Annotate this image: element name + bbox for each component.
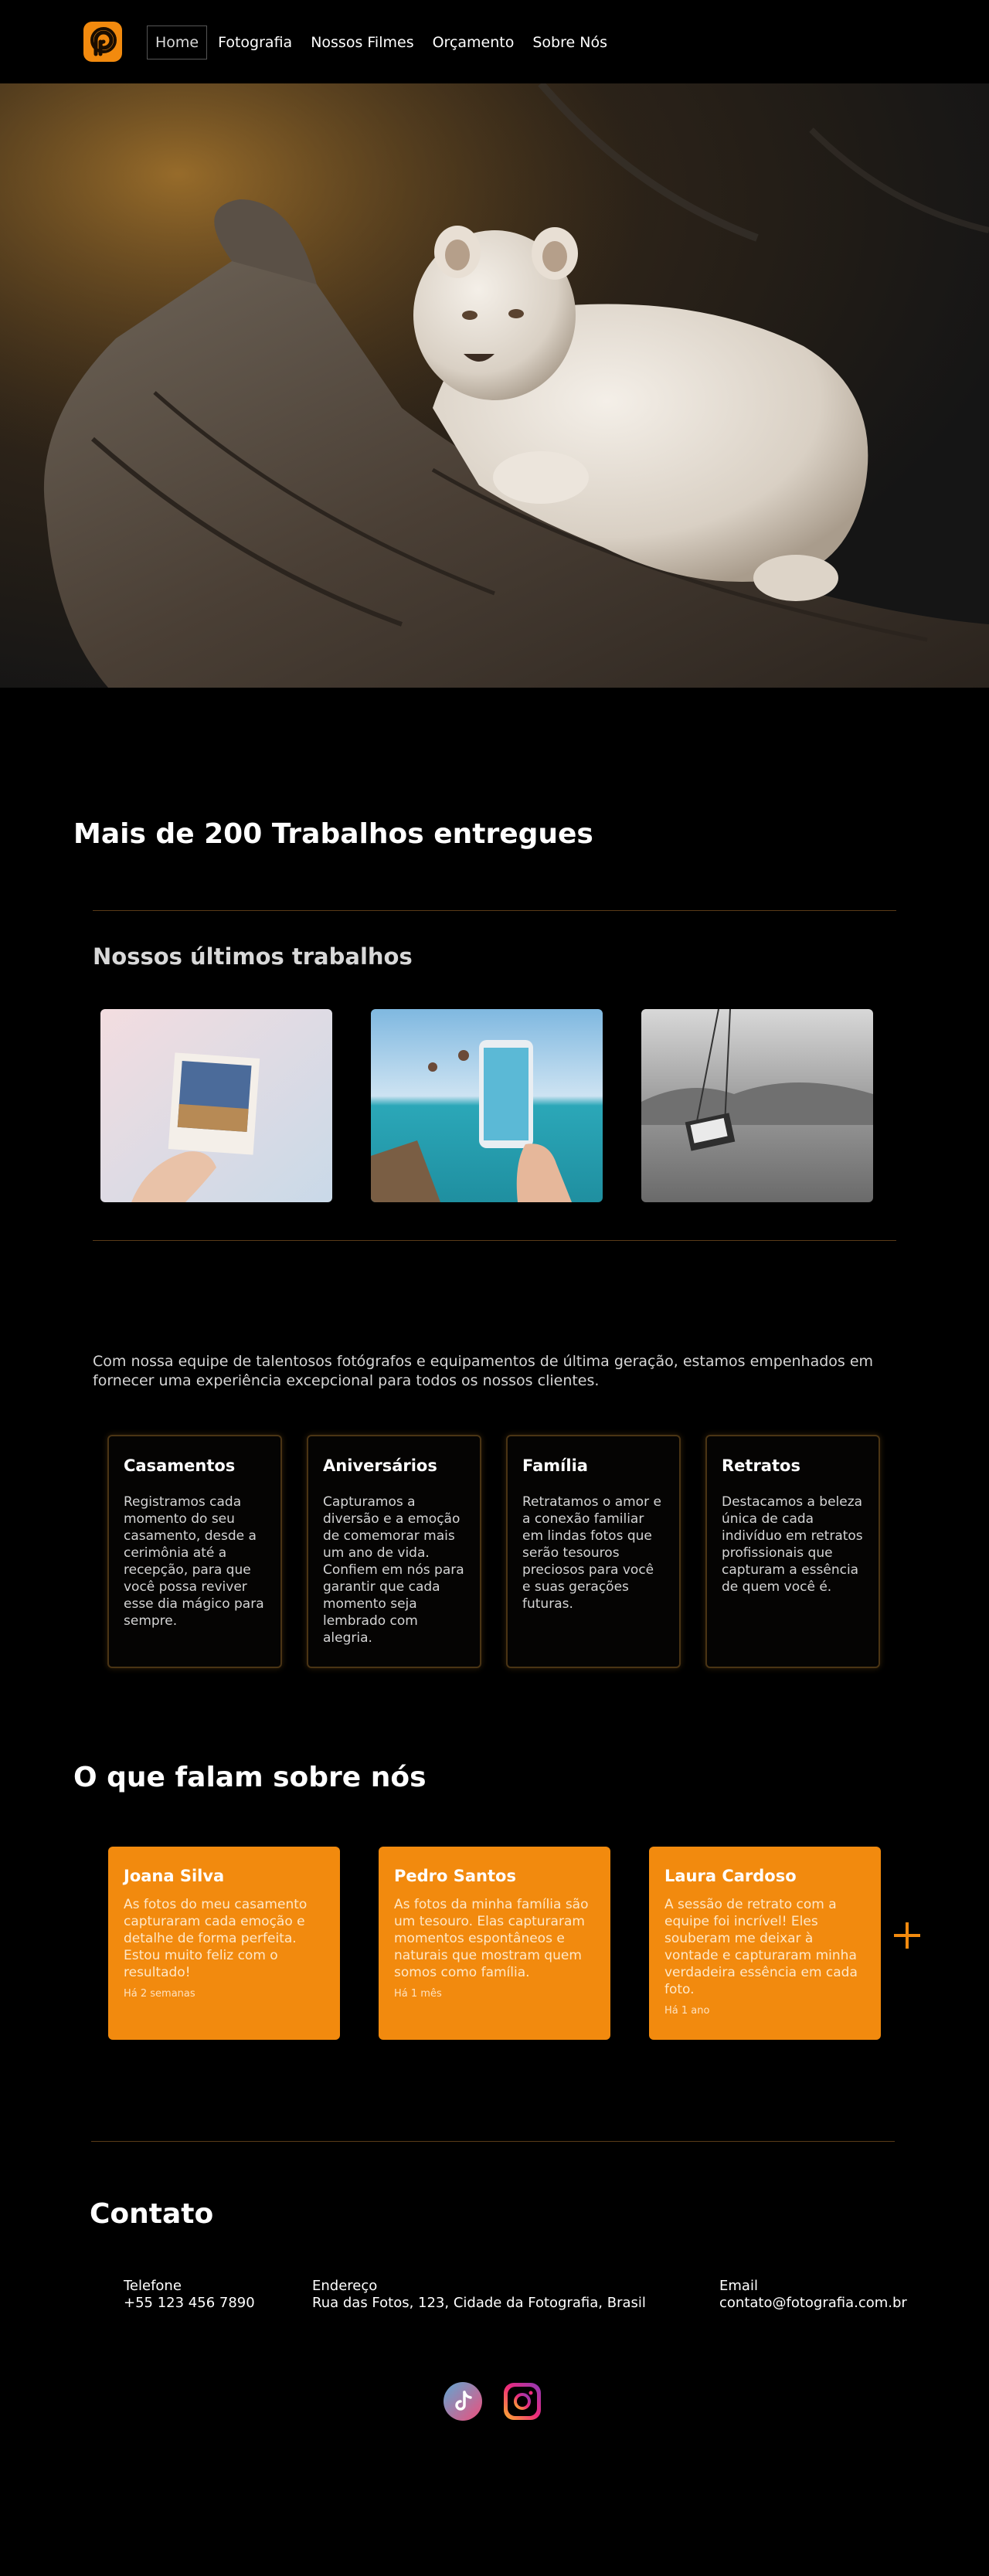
contact-email-value[interactable]: contato@fotografia.com.br <box>719 2295 907 2312</box>
testimonial-date: Há 2 semanas <box>124 1988 195 2000</box>
service-description: Registramos cada momento do seu casament… <box>124 1494 264 1629</box>
service-description: Capturamos a diversão e a emoção de come… <box>323 1494 464 1646</box>
work-thumbnail-polaroid[interactable] <box>100 1009 332 1202</box>
contact-title: Contato <box>90 2198 214 2230</box>
service-title: Retratos <box>722 1456 800 1475</box>
brand-logo-icon <box>90 27 117 56</box>
service-description: Destacamos a beleza única de cada indiví… <box>722 1494 863 1595</box>
contact-email: Email contato@fotografia.com.br <box>719 2278 907 2312</box>
testimonials-title: O que falam sobre nós <box>73 1762 427 1793</box>
testimonial-quote: As fotos do meu casamento capturaram cad… <box>124 1897 308 1980</box>
polaroid-photo <box>100 1009 332 1202</box>
nav-item-nossos-filmes[interactable]: Nossos Filmes <box>303 26 421 59</box>
contact-phone-value[interactable]: +55 123 456 7890 <box>124 2295 255 2312</box>
contact-address-label: Endereço <box>312 2278 378 2294</box>
nav-item-sobre-nos[interactable]: Sobre Nós <box>525 26 615 59</box>
intro-text: Com nossa equipe de talentosos fotógrafo… <box>93 1353 874 1389</box>
testimonial-card: Pedro Santos As fotos da minha família s… <box>379 1847 610 2040</box>
service-card-aniversarios: Aniversários Capturamos a diversão e a e… <box>307 1435 481 1668</box>
testimonial-author: Pedro Santos <box>394 1867 516 1885</box>
delivered-works-title: Mais de 200 Trabalhos entregues <box>73 818 593 850</box>
nav-links: Home Fotografia Nossos Filmes Orçamento … <box>147 23 618 62</box>
testimonial-card: Joana Silva As fotos do meu casamento ca… <box>108 1847 340 2040</box>
service-card-familia: Família Retratamos o amor e a conexão fa… <box>506 1435 681 1668</box>
service-title: Aniversários <box>323 1456 437 1475</box>
testimonial-date: Há 1 ano <box>664 2005 710 2017</box>
brand-logo[interactable] <box>83 22 122 62</box>
top-navbar: Home Fotografia Nossos Filmes Orçamento … <box>0 0 989 83</box>
service-card-casamentos: Casamentos Registramos cada momento do s… <box>107 1435 282 1668</box>
contact-phone-label: Telefone <box>124 2278 182 2294</box>
latest-works-title: Nossos últimos trabalhos <box>93 943 413 970</box>
plus-icon[interactable] <box>894 1922 920 1949</box>
lion-cub-illustration <box>0 83 989 688</box>
service-title: Casamentos <box>124 1456 236 1475</box>
work-thumbnail-jumping-sea[interactable] <box>371 1009 603 1202</box>
testimonial-author: Joana Silva <box>124 1867 225 1885</box>
contact-email-label: Email <box>719 2278 758 2294</box>
testimonial-author: Laura Cardoso <box>664 1867 797 1885</box>
service-description: Retratamos o amor e a conexão familiar e… <box>522 1494 661 1612</box>
nav-item-fotografia[interactable]: Fotografia <box>210 26 300 59</box>
nav-item-home[interactable]: Home <box>147 25 208 59</box>
section-divider <box>91 2141 895 2142</box>
tiktok-icon[interactable] <box>444 2382 482 2421</box>
section-divider <box>93 1240 896 1241</box>
contact-phone: Telefone +55 123 456 7890 <box>124 2278 255 2312</box>
nav-item-orcamento[interactable]: Orçamento <box>425 26 522 59</box>
swing-photo <box>641 1009 873 1202</box>
instagram-icon-graphic <box>504 2383 541 2420</box>
instagram-icon[interactable] <box>503 2382 542 2421</box>
tiktok-icon-graphic <box>444 2382 482 2421</box>
service-title: Família <box>522 1456 588 1475</box>
section-divider <box>93 910 896 911</box>
work-thumbnail-swing[interactable] <box>641 1009 873 1202</box>
sea-jump-photo <box>371 1009 603 1202</box>
testimonial-date: Há 1 mês <box>394 1988 442 2000</box>
contact-address: Endereço Rua das Fotos, 123, Cidade da F… <box>312 2278 646 2312</box>
testimonial-card: Laura Cardoso A sessão de retrato com a … <box>649 1847 881 2040</box>
testimonial-quote: A sessão de retrato com a equipe foi inc… <box>664 1897 858 1997</box>
contact-address-value: Rua das Fotos, 123, Cidade da Fotografia… <box>312 2295 646 2311</box>
hero-image <box>0 83 989 688</box>
testimonial-quote: As fotos da minha família são um tesouro… <box>394 1897 589 1980</box>
service-card-retratos: Retratos Destacamos a beleza única de ca… <box>705 1435 880 1668</box>
